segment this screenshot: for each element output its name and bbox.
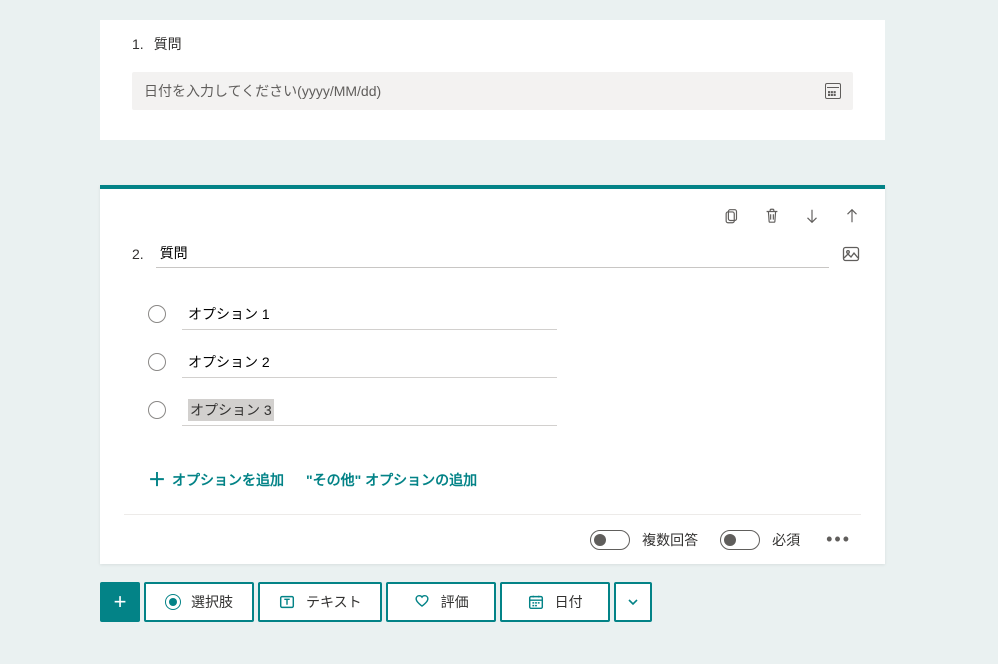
option-input-2[interactable] [188, 354, 551, 370]
more-options-button[interactable]: ••• [822, 529, 855, 550]
radio-icon [148, 305, 166, 323]
option-input-wrap[interactable] [182, 298, 557, 330]
add-other-button[interactable]: "その他" オプションの追加 [306, 470, 477, 490]
options-list: オプション 3 [124, 268, 861, 460]
date-placeholder: 日付を入力してください(yyyy/MM/dd) [144, 81, 381, 101]
chevron-down-icon [626, 595, 640, 609]
add-option-button[interactable]: ＋ オプションを追加 [148, 470, 284, 490]
add-option-label: オプションを追加 [172, 470, 284, 490]
multiple-answers-label: 複数回答 [642, 530, 698, 550]
type-date-label: 日付 [555, 592, 583, 612]
option-row [148, 346, 851, 378]
option-input-wrap[interactable] [182, 346, 557, 378]
add-question-button[interactable]: + [100, 582, 140, 622]
option-row [148, 298, 851, 330]
option-row: オプション 3 [148, 394, 851, 426]
radio-icon [148, 401, 166, 419]
q1-header: 1. 質問 [132, 30, 853, 72]
copy-button[interactable] [723, 207, 741, 225]
multiple-answers-toggle[interactable] [590, 530, 630, 550]
option-input-wrap[interactable]: オプション 3 [182, 394, 557, 426]
q1-title: 質問 [154, 34, 182, 54]
type-choice-button[interactable]: 選択肢 [144, 582, 254, 622]
text-icon [278, 593, 296, 611]
question-footer: 複数回答 必須 ••• [124, 514, 861, 564]
choice-icon [165, 594, 181, 610]
move-up-button[interactable] [843, 207, 861, 225]
option-input-3-selected[interactable]: オプション 3 [188, 399, 274, 421]
type-choice-label: 選択肢 [191, 592, 233, 612]
calendar-icon [825, 83, 841, 99]
type-text-label: テキスト [306, 592, 362, 612]
q2-title-row: 2. [124, 239, 861, 268]
required-label: 必須 [772, 530, 800, 550]
question-toolbar [124, 205, 861, 239]
add-option-row: ＋ オプションを追加 "その他" オプションの追加 [124, 460, 861, 514]
move-down-button[interactable] [803, 207, 821, 225]
add-question-panel: + 選択肢 テキスト 評価 日付 [100, 582, 885, 622]
radio-icon [148, 353, 166, 371]
required-toggle[interactable] [720, 530, 760, 550]
option-input-1[interactable] [188, 306, 551, 322]
question-1-card: 1. 質問 日付を入力してください(yyyy/MM/dd) [100, 20, 885, 140]
rating-icon [413, 593, 431, 611]
question-title-input[interactable] [156, 239, 829, 268]
date-icon [527, 593, 545, 611]
q1-number: 1. [132, 36, 144, 52]
delete-button[interactable] [763, 207, 781, 225]
type-rating-label: 評価 [441, 592, 469, 612]
type-date-button[interactable]: 日付 [500, 582, 610, 622]
plus-icon: ＋ [148, 471, 166, 489]
type-text-button[interactable]: テキスト [258, 582, 382, 622]
form-canvas: 1. 質問 日付を入力してください(yyyy/MM/dd) 2. [100, 20, 885, 622]
date-input-field[interactable]: 日付を入力してください(yyyy/MM/dd) [132, 72, 853, 110]
more-types-button[interactable] [614, 582, 652, 622]
question-2-card: 2. オプション 3 [100, 185, 885, 564]
insert-media-icon[interactable] [841, 244, 861, 264]
type-rating-button[interactable]: 評価 [386, 582, 496, 622]
q2-number: 2. [132, 246, 144, 262]
